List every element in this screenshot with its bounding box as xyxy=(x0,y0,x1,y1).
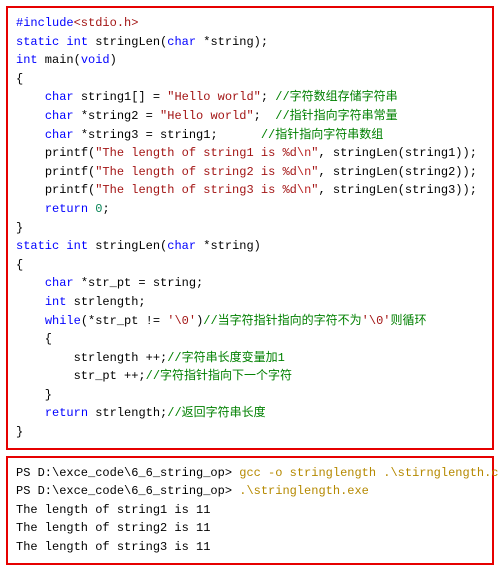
indent xyxy=(16,128,45,142)
indent xyxy=(16,276,45,290)
indent xyxy=(16,314,45,328)
text: , stringLen(string3)); xyxy=(318,183,476,197)
string-literal: "Hello world" xyxy=(160,109,254,123)
include-path: <stdio.h> xyxy=(74,16,139,30)
kw-int: int xyxy=(45,295,67,309)
stmt: strlength ++; xyxy=(74,351,168,365)
text: (*str_pt != xyxy=(81,314,167,328)
ps-prompt: PS D:\exce_code\6_6_string_op> xyxy=(16,466,239,480)
text: ) xyxy=(110,53,117,67)
kw-int: int xyxy=(66,239,88,253)
string-literal: "The length of string2 is xyxy=(95,165,282,179)
string-literal: "The length of string3 is xyxy=(95,183,282,197)
source-code: #include<stdio.h> static int stringLen(c… xyxy=(16,14,484,442)
kw-return: return xyxy=(45,406,88,420)
preproc-keyword: #include xyxy=(16,16,74,30)
indent xyxy=(16,183,45,197)
text: *string); xyxy=(196,35,268,49)
text: ; xyxy=(261,90,275,104)
shell-command: gcc -o stringlength .\stirnglength.c xyxy=(239,466,498,480)
brace: } xyxy=(16,221,23,235)
kw-static: static xyxy=(16,35,59,49)
indent xyxy=(16,406,45,420)
indent xyxy=(16,369,74,383)
string-literal: "Hello world" xyxy=(167,90,261,104)
terminal-output: PS D:\exce_code\6_6_string_op> gcc -o st… xyxy=(16,464,484,557)
comment: //指针指向字符串数组 xyxy=(261,128,383,142)
text: *string) xyxy=(196,239,261,253)
terminal-panel: PS D:\exce_code\6_6_string_op> gcc -o st… xyxy=(6,456,494,565)
kw-char: char xyxy=(45,128,74,142)
escape-seq: \n xyxy=(297,146,311,160)
char-literal: '\0' xyxy=(362,314,391,328)
brace: } xyxy=(16,425,23,439)
indent xyxy=(16,90,45,104)
kw-while: while xyxy=(45,314,81,328)
string-literal: "The length of string1 is xyxy=(95,146,282,160)
comment: //字符指针指向下一个字符 xyxy=(146,369,292,383)
text: strlength; xyxy=(66,295,145,309)
kw-static: static xyxy=(16,239,59,253)
brace: { xyxy=(16,72,23,86)
indent xyxy=(16,202,45,216)
stdout-line: The length of string1 is 11 xyxy=(16,503,210,517)
fn-printf: printf( xyxy=(45,183,95,197)
brace: { xyxy=(16,258,23,272)
fn-decl: stringLen( xyxy=(88,35,167,49)
brace: { xyxy=(16,332,52,346)
stmt: str_pt ++; xyxy=(74,369,146,383)
kw-int: int xyxy=(16,53,38,67)
text: , stringLen(string2)); xyxy=(318,165,476,179)
comment: //字符串长度变量加1 xyxy=(167,351,285,365)
kw-return: return xyxy=(45,202,88,216)
text: *string3 = string1; xyxy=(74,128,261,142)
comment: //指针指向字符串常量 xyxy=(275,109,397,123)
kw-char: char xyxy=(45,276,74,290)
fmt-spec: %d xyxy=(282,183,296,197)
kw-int: int xyxy=(66,35,88,49)
kw-char: char xyxy=(167,35,196,49)
comment: //字符数组存储字符串 xyxy=(275,90,397,104)
brace: } xyxy=(16,388,52,402)
text: strlength; xyxy=(88,406,167,420)
text: *string2 = xyxy=(74,109,160,123)
kw-char: char xyxy=(45,90,74,104)
escape-seq: \n xyxy=(297,165,311,179)
fmt-spec: %d xyxy=(282,146,296,160)
indent xyxy=(16,109,45,123)
comment: //返回字符串长度 xyxy=(167,406,265,420)
text: *str_pt = string; xyxy=(74,276,204,290)
text: , stringLen(string1)); xyxy=(318,146,476,160)
ps-prompt: PS D:\exce_code\6_6_string_op> xyxy=(16,484,239,498)
indent xyxy=(16,351,74,365)
fmt-spec: %d xyxy=(282,165,296,179)
indent xyxy=(16,295,45,309)
kw-char: char xyxy=(45,109,74,123)
kw-void: void xyxy=(81,53,110,67)
fn-printf: printf( xyxy=(45,165,95,179)
stdout-line: The length of string2 is 11 xyxy=(16,521,210,535)
escape-seq: \n xyxy=(297,183,311,197)
indent xyxy=(16,146,45,160)
fn-decl: stringLen( xyxy=(88,239,167,253)
kw-char: char xyxy=(167,239,196,253)
comment: 则循环 xyxy=(390,314,426,328)
indent xyxy=(16,165,45,179)
char-literal: '\0' xyxy=(167,314,196,328)
text: ; xyxy=(254,109,276,123)
fn-printf: printf( xyxy=(45,146,95,160)
code-panel: #include<stdio.h> static int stringLen(c… xyxy=(6,6,494,450)
comment: //当字符指针指向的字符不为 xyxy=(203,314,361,328)
stdout-line: The length of string3 is 11 xyxy=(16,540,210,554)
text: ; xyxy=(102,202,109,216)
text: string1[] = xyxy=(74,90,168,104)
fn-main: main( xyxy=(38,53,81,67)
shell-command: .\stringlength.exe xyxy=(239,484,369,498)
